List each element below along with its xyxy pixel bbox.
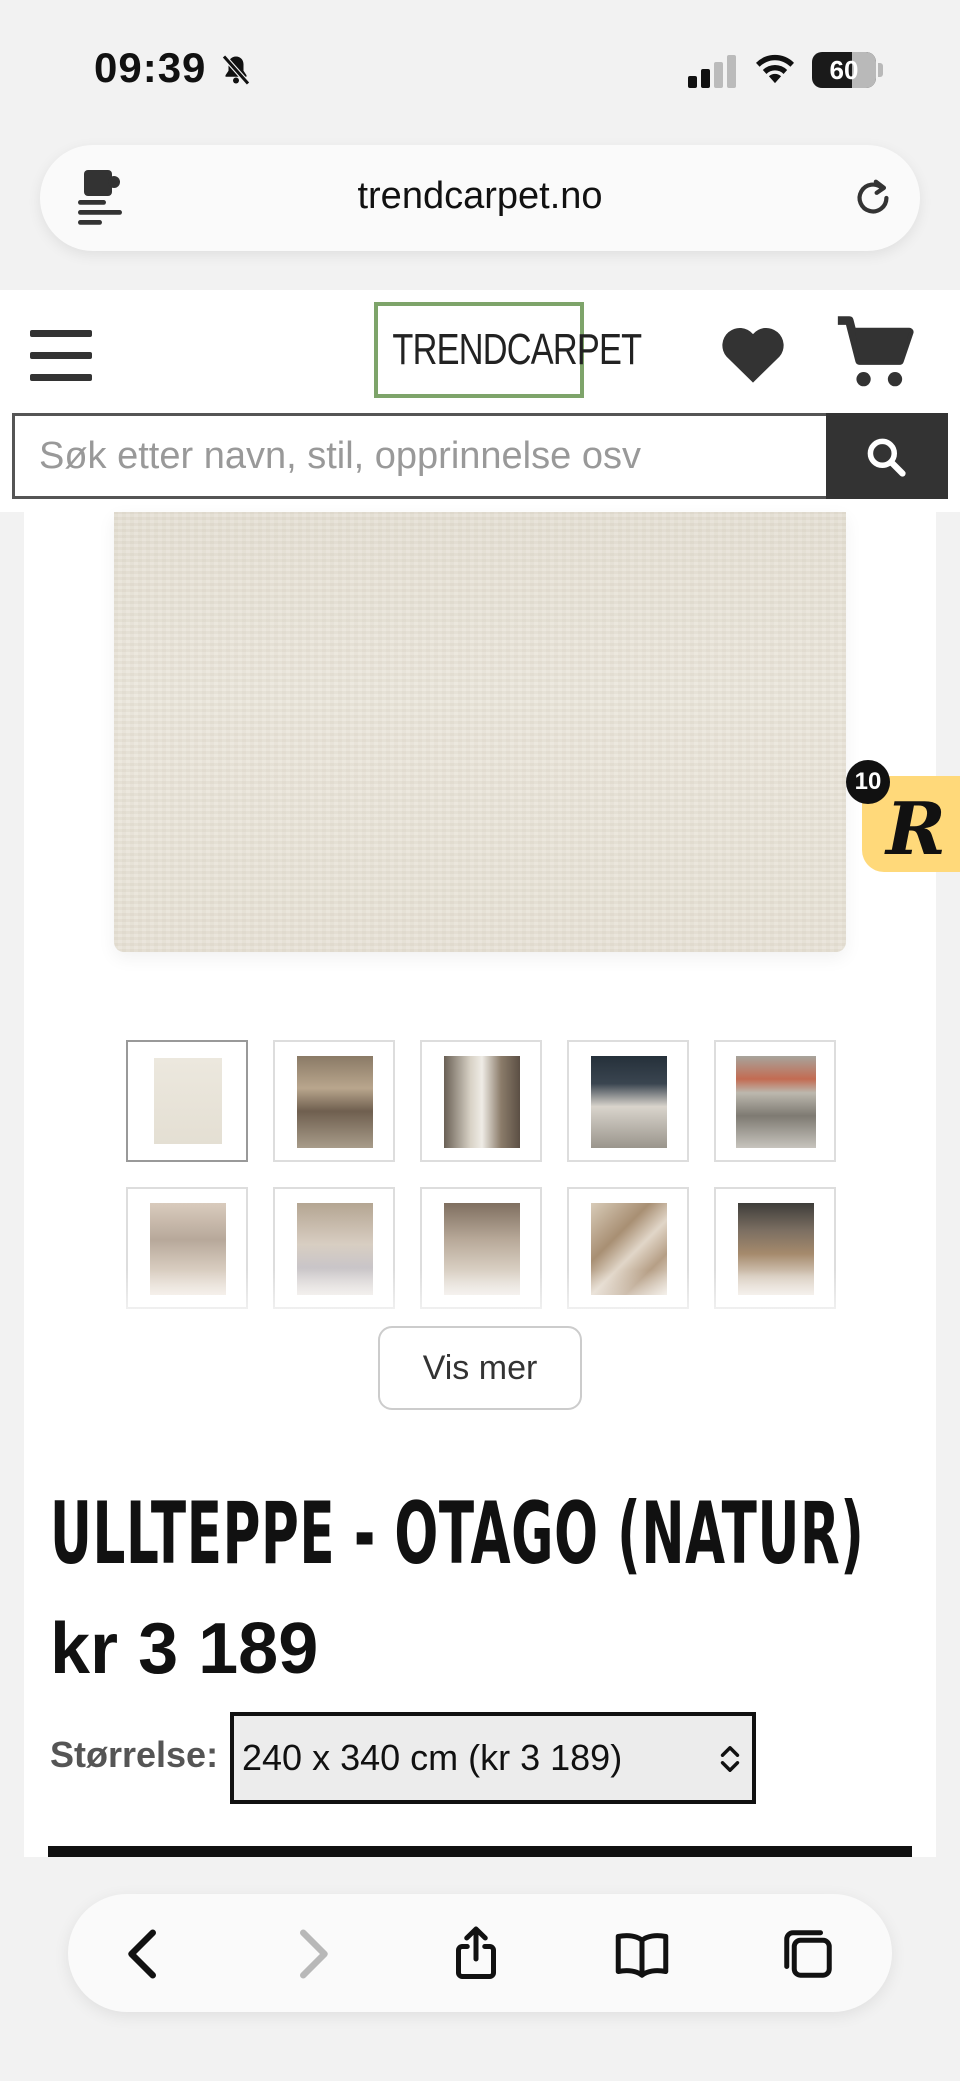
address-bar[interactable]: trendcarpet.no bbox=[40, 145, 920, 251]
size-label: Størrelse: bbox=[50, 1734, 219, 1775]
reload-icon[interactable] bbox=[850, 175, 896, 221]
thumbnail[interactable] bbox=[273, 1040, 395, 1162]
back-icon[interactable] bbox=[114, 1924, 174, 1984]
browser-toolbar bbox=[68, 1894, 892, 2012]
battery-icon: 60 bbox=[812, 52, 876, 88]
thumbnail[interactable] bbox=[567, 1040, 689, 1162]
product-page: Vis mer ULLTEPPE - OTAGO (NATUR) kr 3 18… bbox=[24, 512, 936, 1857]
product-image[interactable] bbox=[114, 512, 846, 952]
menu-icon[interactable] bbox=[30, 330, 92, 382]
site-header: TRENDCARPET Søk etter navn, stil, opprin… bbox=[0, 290, 960, 512]
select-chevron-icon bbox=[720, 1746, 740, 1772]
size-select-value: 240 x 340 cm (kr 3 189) bbox=[242, 1737, 623, 1778]
logo[interactable]: TRENDCARPET bbox=[374, 302, 642, 398]
search-input[interactable]: Søk etter navn, stil, opprinnelse osv bbox=[12, 413, 828, 499]
logo-text: TRENDCARPET bbox=[392, 325, 642, 374]
bell-slash-icon bbox=[222, 54, 250, 86]
share-icon[interactable] bbox=[446, 1924, 506, 1984]
search-button[interactable] bbox=[826, 413, 948, 499]
signal-icon bbox=[688, 54, 738, 88]
add-to-cart-bar[interactable] bbox=[48, 1846, 912, 1857]
heart-icon[interactable] bbox=[718, 322, 788, 384]
rewards-count: 10 bbox=[846, 760, 890, 804]
status-time: 09:39 bbox=[94, 44, 207, 91]
url-text[interactable]: trendcarpet.no bbox=[40, 175, 920, 218]
product-price: kr 3 189 bbox=[50, 1609, 319, 1689]
battery-level: 60 bbox=[829, 55, 859, 85]
size-select[interactable]: 240 x 340 cm (kr 3 189) bbox=[230, 1712, 756, 1804]
forward-icon[interactable] bbox=[282, 1924, 342, 1984]
product-title: ULLTEPPE - OTAGO (NATUR) bbox=[50, 1484, 865, 1584]
tabs-icon[interactable] bbox=[778, 1924, 838, 1984]
wifi-icon bbox=[756, 54, 794, 84]
bookmarks-icon[interactable] bbox=[612, 1924, 672, 1984]
show-more-button[interactable]: Vis mer bbox=[378, 1326, 582, 1410]
search-icon bbox=[867, 438, 906, 477]
status-bar: 09:39 60 bbox=[0, 0, 960, 140]
cart-icon[interactable] bbox=[834, 312, 916, 392]
thumbnail[interactable] bbox=[420, 1040, 542, 1162]
thumbnail[interactable] bbox=[126, 1040, 248, 1162]
rewards-badge-letter: R bbox=[886, 786, 946, 871]
thumbnail[interactable] bbox=[714, 1040, 836, 1162]
